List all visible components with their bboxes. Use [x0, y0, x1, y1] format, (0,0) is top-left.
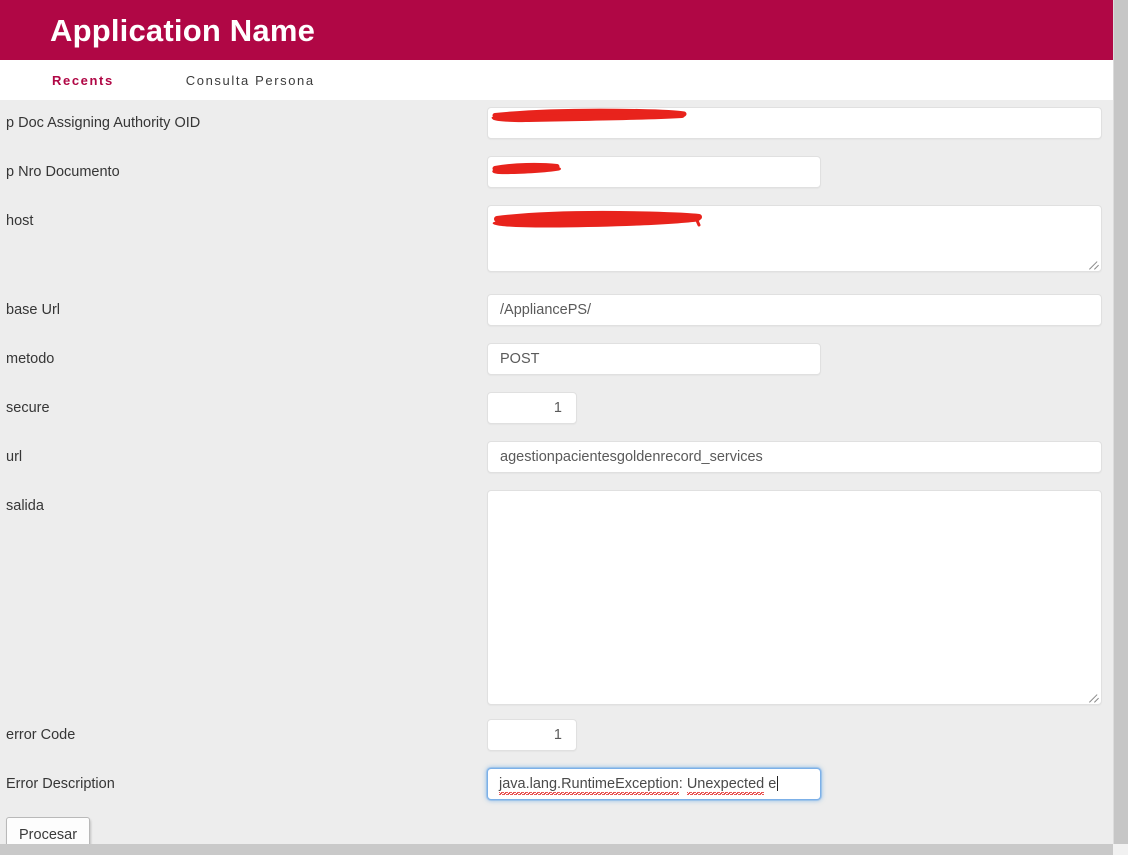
- form-row: p Doc Assigning Authority OID: [0, 100, 1113, 149]
- form-row: salida: [0, 483, 1113, 727]
- label-error-code: error Code: [6, 727, 76, 743]
- scrollbar-corner: [1113, 844, 1128, 855]
- spellcheck-word-unexpected: Unexpected: [686, 776, 765, 792]
- input-metodo[interactable]: [487, 343, 821, 375]
- tab-bar: Recents Consulta Persona: [0, 60, 1113, 100]
- label-url: url: [6, 449, 23, 465]
- spellcheck-word-exception: java.lang.RuntimeException: [499, 776, 679, 792]
- app-header: Application Name: [0, 0, 1113, 60]
- form-row: host: [0, 198, 1113, 287]
- horizontal-scrollbar-track[interactable]: [0, 844, 1128, 855]
- vertical-scrollbar-track[interactable]: [1113, 0, 1128, 844]
- form-row: p Nro Documento: [0, 149, 1113, 198]
- textarea-salida[interactable]: [487, 490, 1102, 705]
- form-area: p Doc Assigning Authority OID p Nro Docu…: [0, 100, 1113, 844]
- tab-recents[interactable]: Recents: [52, 73, 114, 88]
- vertical-scrollbar-thumb[interactable]: [1114, 0, 1128, 844]
- input-p-nro-documento[interactable]: [487, 156, 821, 188]
- label-salida: salida: [6, 498, 44, 514]
- horizontal-scrollbar-thumb[interactable]: [0, 844, 1113, 855]
- tab-consulta-persona[interactable]: Consulta Persona: [186, 73, 315, 88]
- form-row: base Url: [0, 287, 1113, 336]
- text-caret: [777, 776, 779, 791]
- label-metodo: metodo: [6, 351, 55, 367]
- label-p-nro-documento: p Nro Documento: [6, 164, 120, 180]
- label-p-doc-assigning-authority-oid: p Doc Assigning Authority OID: [6, 115, 201, 131]
- app-window: Application Name Recents Consulta Person…: [0, 0, 1128, 855]
- form-row: error Code: [0, 712, 1113, 761]
- input-url[interactable]: [487, 441, 1102, 473]
- input-base-url[interactable]: [487, 294, 1102, 326]
- form-row: metodo: [0, 336, 1113, 385]
- input-error-code[interactable]: [487, 719, 577, 751]
- form-row: secure: [0, 385, 1113, 434]
- error-description-separator: :: [678, 776, 687, 792]
- page-title: Application Name: [50, 12, 316, 48]
- label-secure: secure: [6, 400, 50, 416]
- error-description-tail: e: [764, 776, 777, 792]
- input-p-doc-assigning-authority-oid[interactable]: [487, 107, 1102, 139]
- label-host: host: [6, 213, 34, 229]
- label-base-url: base Url: [6, 302, 60, 318]
- form-row: url: [0, 434, 1113, 483]
- input-secure[interactable]: [487, 392, 577, 424]
- textarea-host[interactable]: [487, 205, 1102, 272]
- label-error-description: Error Description: [6, 776, 115, 792]
- error-description-text: java.lang.RuntimeException: Unexpected e: [499, 776, 779, 792]
